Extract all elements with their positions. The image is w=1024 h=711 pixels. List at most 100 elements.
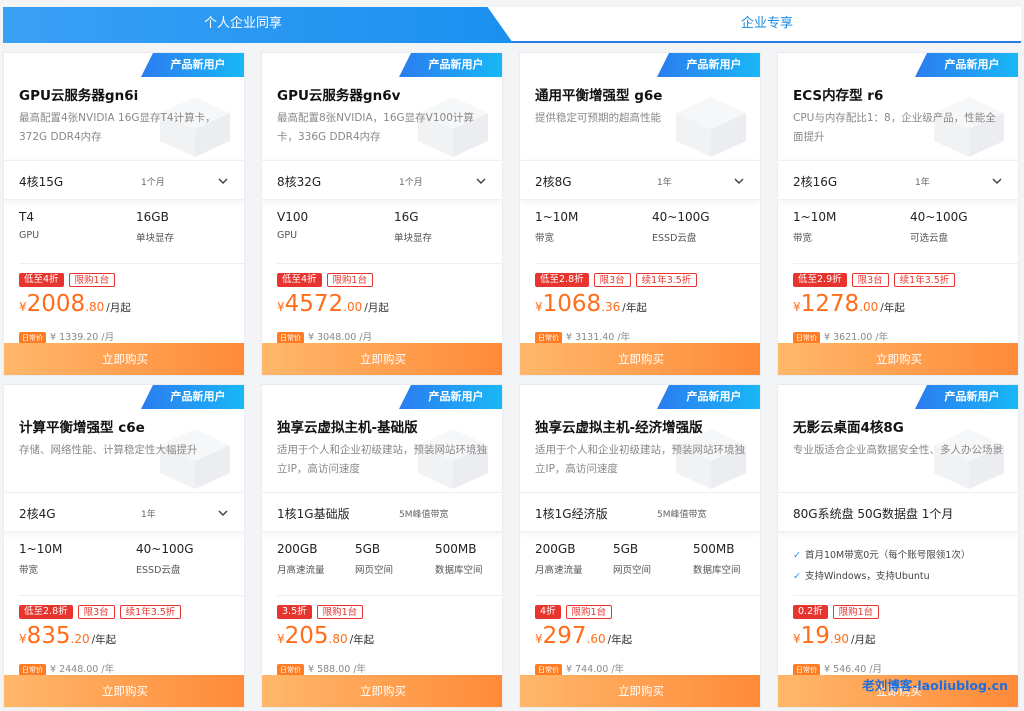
regular-price-tag: 日常价: [793, 331, 820, 344]
spec-list: T4 GPU 16GB 单块显存: [19, 210, 244, 250]
chevron-down-icon[interactable]: [990, 173, 1004, 187]
promo-tag: 续1年3.5折: [119, 605, 182, 619]
promo-tag: 0.2折: [793, 605, 828, 619]
spec-item: V100 GPU: [277, 210, 308, 241]
buy-now-button[interactable]: 立即购买: [4, 343, 244, 375]
promo-tag: 限3台: [593, 273, 631, 287]
chevron-down-icon[interactable]: [216, 505, 230, 519]
config-value: 80G系统盘 50G数据盘 1个月: [793, 507, 954, 521]
promo-tag: 低至4折: [19, 273, 64, 287]
original-price: 日常价 ¥ 546.40 /月: [793, 661, 882, 676]
product-description: 存储、网络性能、计算稳定性大幅提升: [19, 444, 198, 456]
price-unit: /月起: [106, 302, 131, 314]
spec-list: V100 GPU 16G 单块显存: [277, 210, 502, 250]
spec-value: T4: [19, 210, 34, 224]
spec-value: 16G: [394, 210, 419, 224]
config-selector[interactable]: 2核8G 1年: [520, 160, 760, 200]
spec-label: 单块显存: [394, 233, 433, 244]
config-selector[interactable]: 2核4G 1年: [4, 492, 244, 532]
original-price: 日常价 ¥ 588.00 /年: [277, 661, 366, 676]
tab-personal-enterprise[interactable]: 个人企业同享: [3, 7, 513, 43]
spec-label: 单块显存: [136, 233, 175, 244]
buy-now-button[interactable]: 立即购买: [262, 343, 502, 375]
divider: [19, 263, 244, 264]
config-selector[interactable]: 1核1G经济版 5M峰值带宽: [520, 492, 760, 532]
config-value: 2核4G: [19, 507, 56, 521]
price-unit: /月起: [851, 634, 876, 646]
new-user-badge: 产品新用户: [399, 385, 502, 409]
buy-now-button[interactable]: 立即购买: [4, 675, 244, 707]
spec-label: 带宽: [793, 233, 813, 244]
spec-item: T4 GPU: [19, 210, 39, 241]
price-integer: 2008: [26, 291, 86, 317]
config-selector[interactable]: 2核16G 1年: [778, 160, 1018, 200]
currency-symbol: ¥: [535, 632, 543, 646]
promo-tags: 低至2.8折 限3台 续1年3.5折: [535, 273, 702, 287]
config-selector[interactable]: 1核1G基础版 5M峰值带宽: [262, 492, 502, 532]
spec-item: 500MB 数据库空间: [435, 542, 483, 576]
buy-now-button[interactable]: 立即购买: [520, 675, 760, 707]
product-description: 适用于个人和企业初级建站，预装网站环境独立IP，高访问速度: [535, 444, 745, 475]
spec-value: 200GB: [535, 542, 576, 556]
spec-label: 数据库空间: [693, 565, 741, 576]
currency-symbol: ¥: [19, 632, 27, 646]
config-selector[interactable]: 80G系统盘 50G数据盘 1个月: [778, 492, 1018, 532]
spec-value: 200GB: [277, 542, 318, 556]
divider: [277, 595, 502, 596]
price-unit: /年起: [622, 302, 647, 314]
product-tabs: 个人企业同享 企业专享: [3, 7, 1021, 43]
price: ¥835.20/年起: [19, 623, 116, 649]
spec-item: 16GB 单块显存: [136, 210, 174, 244]
new-user-badge: 产品新用户: [915, 385, 1018, 409]
feature-text: 支持Windows，支持Ubuntu: [804, 571, 930, 582]
regular-price-tag: 日常价: [793, 663, 820, 676]
spec-label: 月高速流量: [277, 565, 325, 576]
config-selector[interactable]: 8核32G 1个月: [262, 160, 502, 200]
original-price: 日常价 ¥ 2448.00 /年: [19, 661, 114, 676]
price: ¥19.90/月起: [793, 623, 876, 649]
new-user-badge: 产品新用户: [141, 53, 244, 77]
duration-value: 5M峰值带宽: [399, 510, 449, 520]
price: ¥1068.36/年起: [535, 291, 647, 317]
price-unit: /年起: [349, 634, 375, 646]
product-title: ECS内存型 r6: [793, 88, 884, 104]
price-decimal: .20: [70, 632, 90, 646]
buy-now-button[interactable]: 立即购买: [262, 675, 502, 707]
regular-price-tag: 日常价: [277, 663, 304, 676]
product-title: 计算平衡增强型 c6e: [19, 420, 145, 436]
spec-label: 带宽: [19, 565, 39, 576]
product-title: GPU云服务器gn6i: [19, 88, 139, 104]
promo-tag: 4折: [535, 605, 561, 619]
new-user-badge: 产品新用户: [141, 385, 244, 409]
spec-item: 40~100G ESSD云盘: [652, 210, 710, 244]
config-value: 2核16G: [793, 175, 838, 189]
buy-now-button[interactable]: 立即购买: [778, 343, 1018, 375]
chevron-down-icon[interactable]: [216, 173, 230, 187]
original-price: 日常价 ¥ 3048.00 /月: [277, 329, 372, 344]
divider: [535, 595, 760, 596]
promo-tag: 3.5折: [277, 605, 312, 619]
price: ¥1278.00/年起: [793, 291, 905, 317]
product-card: 产品新用户 GPU云服务器gn6v 最高配置8张NVIDIA，16G显存V100计算…: [261, 52, 503, 376]
price: ¥2008.80/月起: [19, 291, 131, 317]
spec-value: 500MB: [693, 542, 735, 556]
promo-tag: 限3台: [851, 273, 889, 287]
chevron-down-icon[interactable]: [474, 173, 488, 187]
config-value: 2核8G: [535, 175, 572, 189]
original-price: 日常价 ¥ 3621.00 /年: [793, 329, 888, 344]
currency-symbol: ¥: [277, 632, 285, 646]
chevron-down-icon[interactable]: [732, 173, 746, 187]
promo-tag: 限购1台: [832, 605, 880, 619]
price-decimal: .00: [343, 300, 363, 314]
spec-item: 5GB 网页空间: [613, 542, 651, 576]
spec-value: 1~10M: [535, 210, 579, 224]
promo-tag: 限3台: [77, 605, 115, 619]
tab-enterprise-only[interactable]: 企业专享: [513, 7, 1021, 43]
config-selector[interactable]: 4核15G 1个月: [4, 160, 244, 200]
original-price: 日常价 ¥ 3131.40 /年: [535, 329, 630, 344]
product-description: 专业版适合企业高数据安全性、多人办公场景: [793, 444, 1003, 456]
buy-now-button[interactable]: 立即购买: [520, 343, 760, 375]
new-user-badge: 产品新用户: [399, 53, 502, 77]
duration-value: 1年: [657, 178, 672, 188]
promo-tag: 续1年3.5折: [635, 273, 698, 287]
